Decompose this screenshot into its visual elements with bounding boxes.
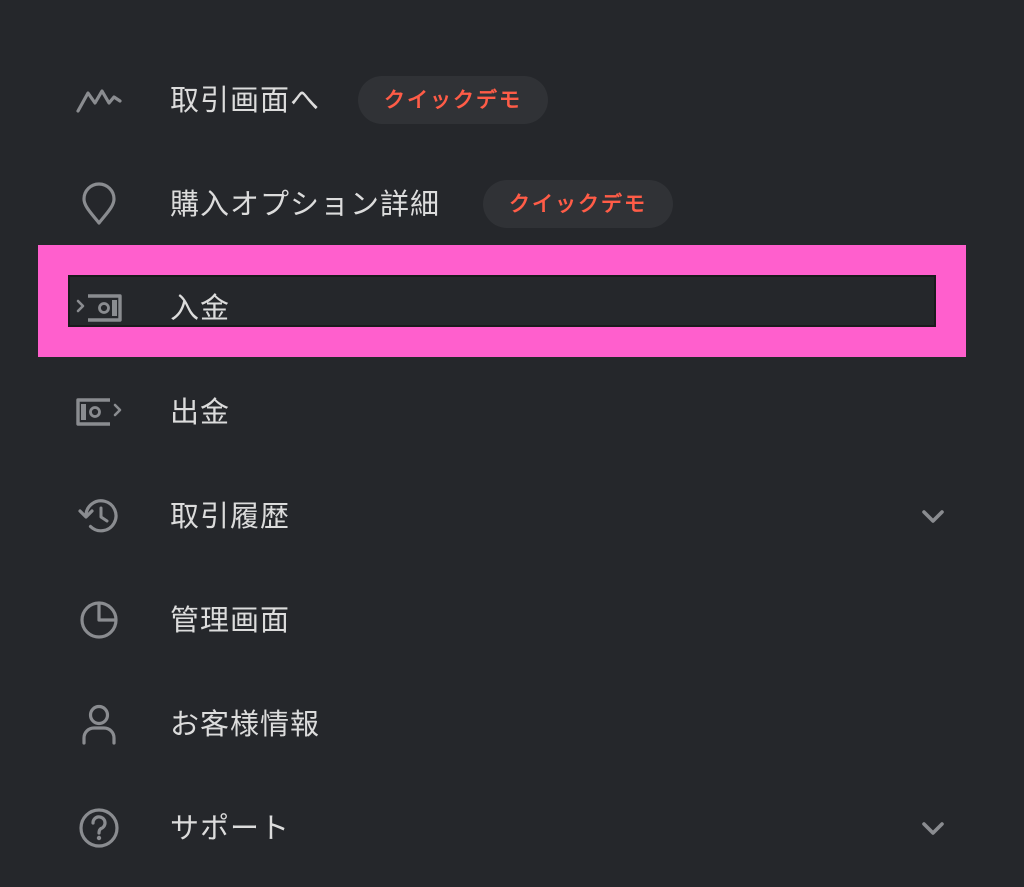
quick-demo-badge[interactable]: クイックデモ xyxy=(358,76,548,124)
menu-item-withdraw[interactable]: 出金 xyxy=(0,360,1024,464)
history-icon xyxy=(74,494,124,538)
withdraw-icon xyxy=(74,390,124,434)
menu-item-label: 取引履歴 xyxy=(170,499,291,533)
chart-line-icon xyxy=(74,78,124,122)
menu-item-customer-info[interactable]: お客様情報 xyxy=(0,672,1024,776)
menu-item-label: 入金 xyxy=(170,291,231,325)
pie-chart-icon xyxy=(74,598,124,642)
deposit-icon xyxy=(74,286,124,330)
help-circle-icon xyxy=(74,806,124,850)
menu-item-dashboard[interactable]: 管理画面 xyxy=(0,568,1024,672)
map-pin-icon xyxy=(74,182,124,226)
menu-item-deposit[interactable]: 入金 xyxy=(0,256,1024,360)
menu-item-label: 取引画面へ xyxy=(170,83,321,117)
menu-item-label: サポート xyxy=(170,811,291,845)
menu-item-label: お客様情報 xyxy=(170,707,321,741)
menu-item-trade-history[interactable]: 取引履歴 xyxy=(0,464,1024,568)
chevron-down-icon[interactable] xyxy=(918,813,948,843)
menu-item-trading-screen[interactable]: 取引画面へ クイックデモ xyxy=(0,48,1024,152)
menu-item-support[interactable]: サポート xyxy=(0,776,1024,880)
side-menu: 取引画面へ クイックデモ 購入オプション詳細 クイックデモ 入金 出金 取引履歴… xyxy=(0,0,1024,887)
quick-demo-badge[interactable]: クイックデモ xyxy=(483,180,673,228)
user-icon xyxy=(74,702,124,746)
menu-item-label: 出金 xyxy=(170,395,231,429)
chevron-down-icon[interactable] xyxy=(918,501,948,531)
menu-item-label: 購入オプション詳細 xyxy=(170,187,441,221)
menu-item-purchase-options[interactable]: 購入オプション詳細 クイックデモ xyxy=(0,152,1024,256)
menu-item-label: 管理画面 xyxy=(170,603,291,637)
